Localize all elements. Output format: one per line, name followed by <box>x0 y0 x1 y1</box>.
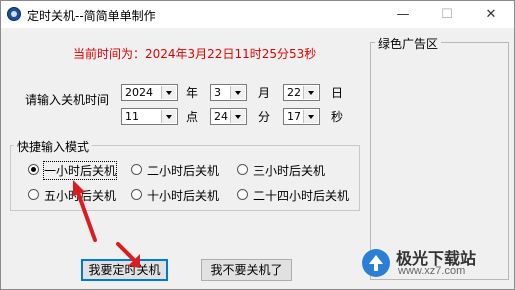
second-select[interactable]: 17 <box>283 108 320 125</box>
month-unit-label: 月 <box>258 86 271 100</box>
chevron-down-icon[interactable] <box>161 86 176 99</box>
second-select-value: 17 <box>287 110 301 123</box>
minute-select[interactable]: 24 <box>210 108 247 125</box>
window-title: 定时关机--简简单单制作 <box>27 9 156 23</box>
minimize-button[interactable]: — <box>381 1 425 28</box>
minute-unit-label: 分 <box>258 110 271 124</box>
radio-label: 三小时后关机 <box>253 164 326 178</box>
day-unit-label: 日 <box>331 86 344 100</box>
shutdown-time-label: 请输入关机时间 <box>25 93 110 107</box>
hour-select-value: 11 <box>125 110 139 123</box>
radio-label: 二十四小时后关机 <box>253 189 350 203</box>
title-bar[interactable]: 定时关机--简简单单制作 — ☐ ✕ <box>1 1 514 28</box>
year-select[interactable]: 2024 <box>121 84 178 101</box>
watermark-url: www.xz7.com <box>398 265 466 277</box>
chevron-down-icon[interactable] <box>161 110 176 123</box>
radio-indicator[interactable] <box>131 164 142 175</box>
close-button[interactable]: ✕ <box>469 1 513 28</box>
ad-area-title: 绿色广告区 <box>375 35 442 52</box>
red-arrow-annotation-1 <box>73 180 97 242</box>
year-select-value: 2024 <box>125 86 153 99</box>
second-unit-label: 秒 <box>331 110 344 124</box>
chevron-down-icon[interactable] <box>303 110 318 123</box>
app-window: 定时关机--简简单单制作 — ☐ ✕ 当前时间为：2024年3月22日11时25… <box>0 0 515 290</box>
year-unit-label: 年 <box>186 86 199 100</box>
hour-unit-label: 点 <box>186 110 199 124</box>
chevron-down-icon[interactable] <box>303 86 318 99</box>
day-select[interactable]: 22 <box>283 84 320 101</box>
app-icon <box>7 7 21 21</box>
hour-select[interactable]: 11 <box>121 108 178 125</box>
chevron-down-icon[interactable] <box>230 86 245 99</box>
radio-indicator[interactable] <box>237 164 248 175</box>
cancel-shutdown-button[interactable]: 我不要关机了 <box>201 259 292 281</box>
month-select[interactable]: 3 <box>210 84 247 101</box>
quick-input-group-title: 快捷输入模式 <box>14 138 93 155</box>
current-time-text: 当前时间为：2024年3月22日11时25分53秒 <box>73 47 317 61</box>
red-arrow-annotation-2 <box>116 242 140 268</box>
chevron-down-icon[interactable] <box>230 110 245 123</box>
radio-indicator[interactable] <box>237 189 248 200</box>
radio-indicator[interactable] <box>28 189 39 200</box>
radio-label: 十小时后关机 <box>147 189 220 203</box>
watermark: 极光下载站 www.xz7.com <box>356 243 506 283</box>
client-area: 当前时间为：2024年3月22日11时25分53秒 请输入关机时间 2024 年… <box>1 28 514 289</box>
minute-select-value: 24 <box>214 110 228 123</box>
day-select-value: 22 <box>287 86 301 99</box>
radio-label: 二小时后关机 <box>147 164 220 178</box>
logo-icon <box>362 249 390 277</box>
radio-indicator[interactable] <box>131 189 142 200</box>
month-select-value: 3 <box>214 86 221 99</box>
radio-indicator[interactable] <box>28 164 39 175</box>
maximize-button: ☐ <box>441 7 453 22</box>
